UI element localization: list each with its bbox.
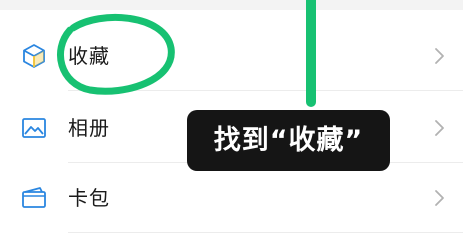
menu-item-favorites[interactable]: 收藏 (0, 22, 463, 90)
chevron-right-icon (433, 44, 447, 68)
chevron-right-icon (433, 116, 447, 140)
menu-item-label: 收藏 (68, 44, 110, 68)
divider (68, 232, 463, 233)
top-strip (0, 0, 463, 10)
chevron-right-icon (433, 186, 447, 210)
menu-item-card-wallet[interactable]: 卡包 (0, 164, 463, 232)
instruction-tooltip: 找到“收藏” (187, 110, 390, 171)
menu-item-label: 相册 (68, 116, 110, 140)
menu-item-label: 卡包 (68, 186, 110, 210)
card-wallet-icon (20, 184, 48, 212)
divider (68, 90, 463, 91)
image-icon (20, 114, 48, 142)
cube-icon (20, 42, 48, 70)
